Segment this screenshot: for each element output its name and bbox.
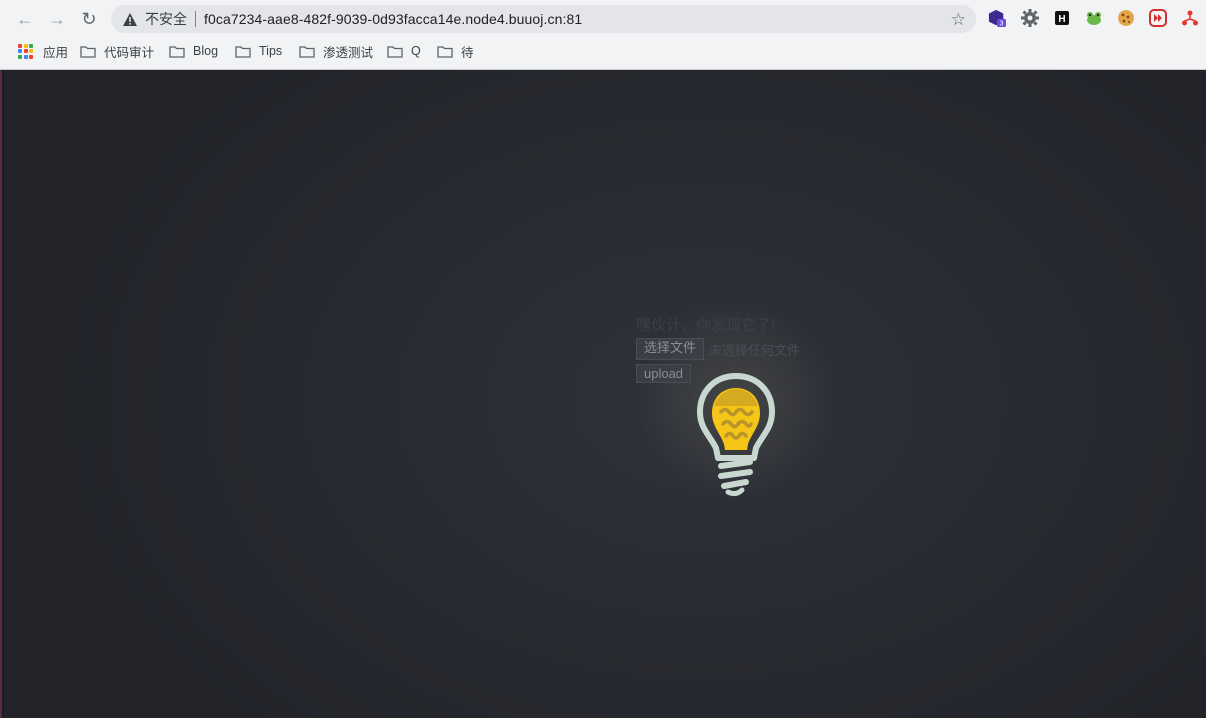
browser-chrome: ← → ↻ 不安全 f0ca7234-aae8-482f-9039-0d93fa…: [0, 0, 1206, 70]
folder-icon: [169, 45, 185, 58]
extension-network-icon[interactable]: [1181, 9, 1199, 27]
bookmark-label: Blog: [193, 44, 219, 58]
apps-grid-icon: [18, 43, 33, 59]
extension-gear-icon[interactable]: [1021, 9, 1039, 27]
address-bar[interactable]: 不安全 f0ca7234-aae8-482f-9039-0d93facca14e…: [111, 5, 976, 33]
bookmark-label: 代码审计: [104, 45, 155, 60]
form-title: 嘿伙计，你发现它了!: [636, 317, 776, 334]
bookmark-folder[interactable]: 渗透测试: [299, 42, 373, 60]
file-status: 未选择任何文件: [709, 342, 801, 358]
bookmark-folder[interactable]: Q: [387, 42, 421, 60]
bookmark-label: 待: [461, 45, 474, 60]
bookmark-label: 应用: [43, 45, 69, 60]
folder-icon: [299, 45, 315, 58]
url-text[interactable]: f0ca7234-aae8-482f-9039-0d93facca14e.nod…: [204, 11, 582, 27]
bookmark-label: Q: [411, 44, 421, 58]
extension-h-label: H: [1058, 14, 1065, 25]
forward-icon[interactable]: →: [46, 8, 68, 30]
bookmark-folder[interactable]: 待: [437, 42, 474, 60]
extension-forward-icon[interactable]: [1149, 9, 1167, 27]
bookmark-label: 渗透测试: [323, 45, 374, 60]
security-label[interactable]: 不安全: [145, 9, 187, 29]
folder-icon: [387, 45, 403, 58]
lightbulb-icon[interactable]: [688, 366, 784, 502]
extension-hexagon-icon[interactable]: 3: [988, 9, 1006, 28]
page-content: [0, 70, 1206, 718]
warning-icon[interactable]: [123, 12, 137, 26]
choose-file-button[interactable]: 选择文件: [636, 338, 705, 360]
upload-button[interactable]: upload: [636, 364, 692, 383]
bookmarks-bar: 应用 代码审计 Blog Tips 渗透测试 Q 待: [0, 38, 1206, 64]
bookmark-label: Tips: [259, 44, 283, 58]
extension-h-icon[interactable]: H: [1053, 9, 1071, 27]
separator: [195, 11, 196, 27]
reload-icon[interactable]: ↻: [78, 8, 100, 30]
bookmark-folder[interactable]: 代码审计: [80, 42, 154, 60]
bookmark-apps[interactable]: 应用: [18, 42, 68, 60]
extension-cookie-icon[interactable]: [1117, 9, 1135, 27]
browser-toolbar: ← → ↻ 不安全 f0ca7234-aae8-482f-9039-0d93fa…: [0, 0, 1206, 38]
back-icon[interactable]: ←: [14, 8, 36, 30]
window-edge: [0, 70, 4, 718]
file-input[interactable]: 选择文件 未选择任何文件: [636, 338, 800, 360]
bookmark-folder[interactable]: Tips: [235, 42, 282, 60]
folder-icon: [80, 45, 96, 58]
folder-icon: [437, 45, 453, 58]
bookmark-folder[interactable]: Blog: [169, 42, 218, 60]
bookmark-star-icon[interactable]: ☆: [951, 10, 966, 30]
extension-frog-icon[interactable]: [1085, 9, 1103, 27]
extension-badge: 3: [1000, 19, 1004, 28]
folder-icon: [235, 45, 251, 58]
